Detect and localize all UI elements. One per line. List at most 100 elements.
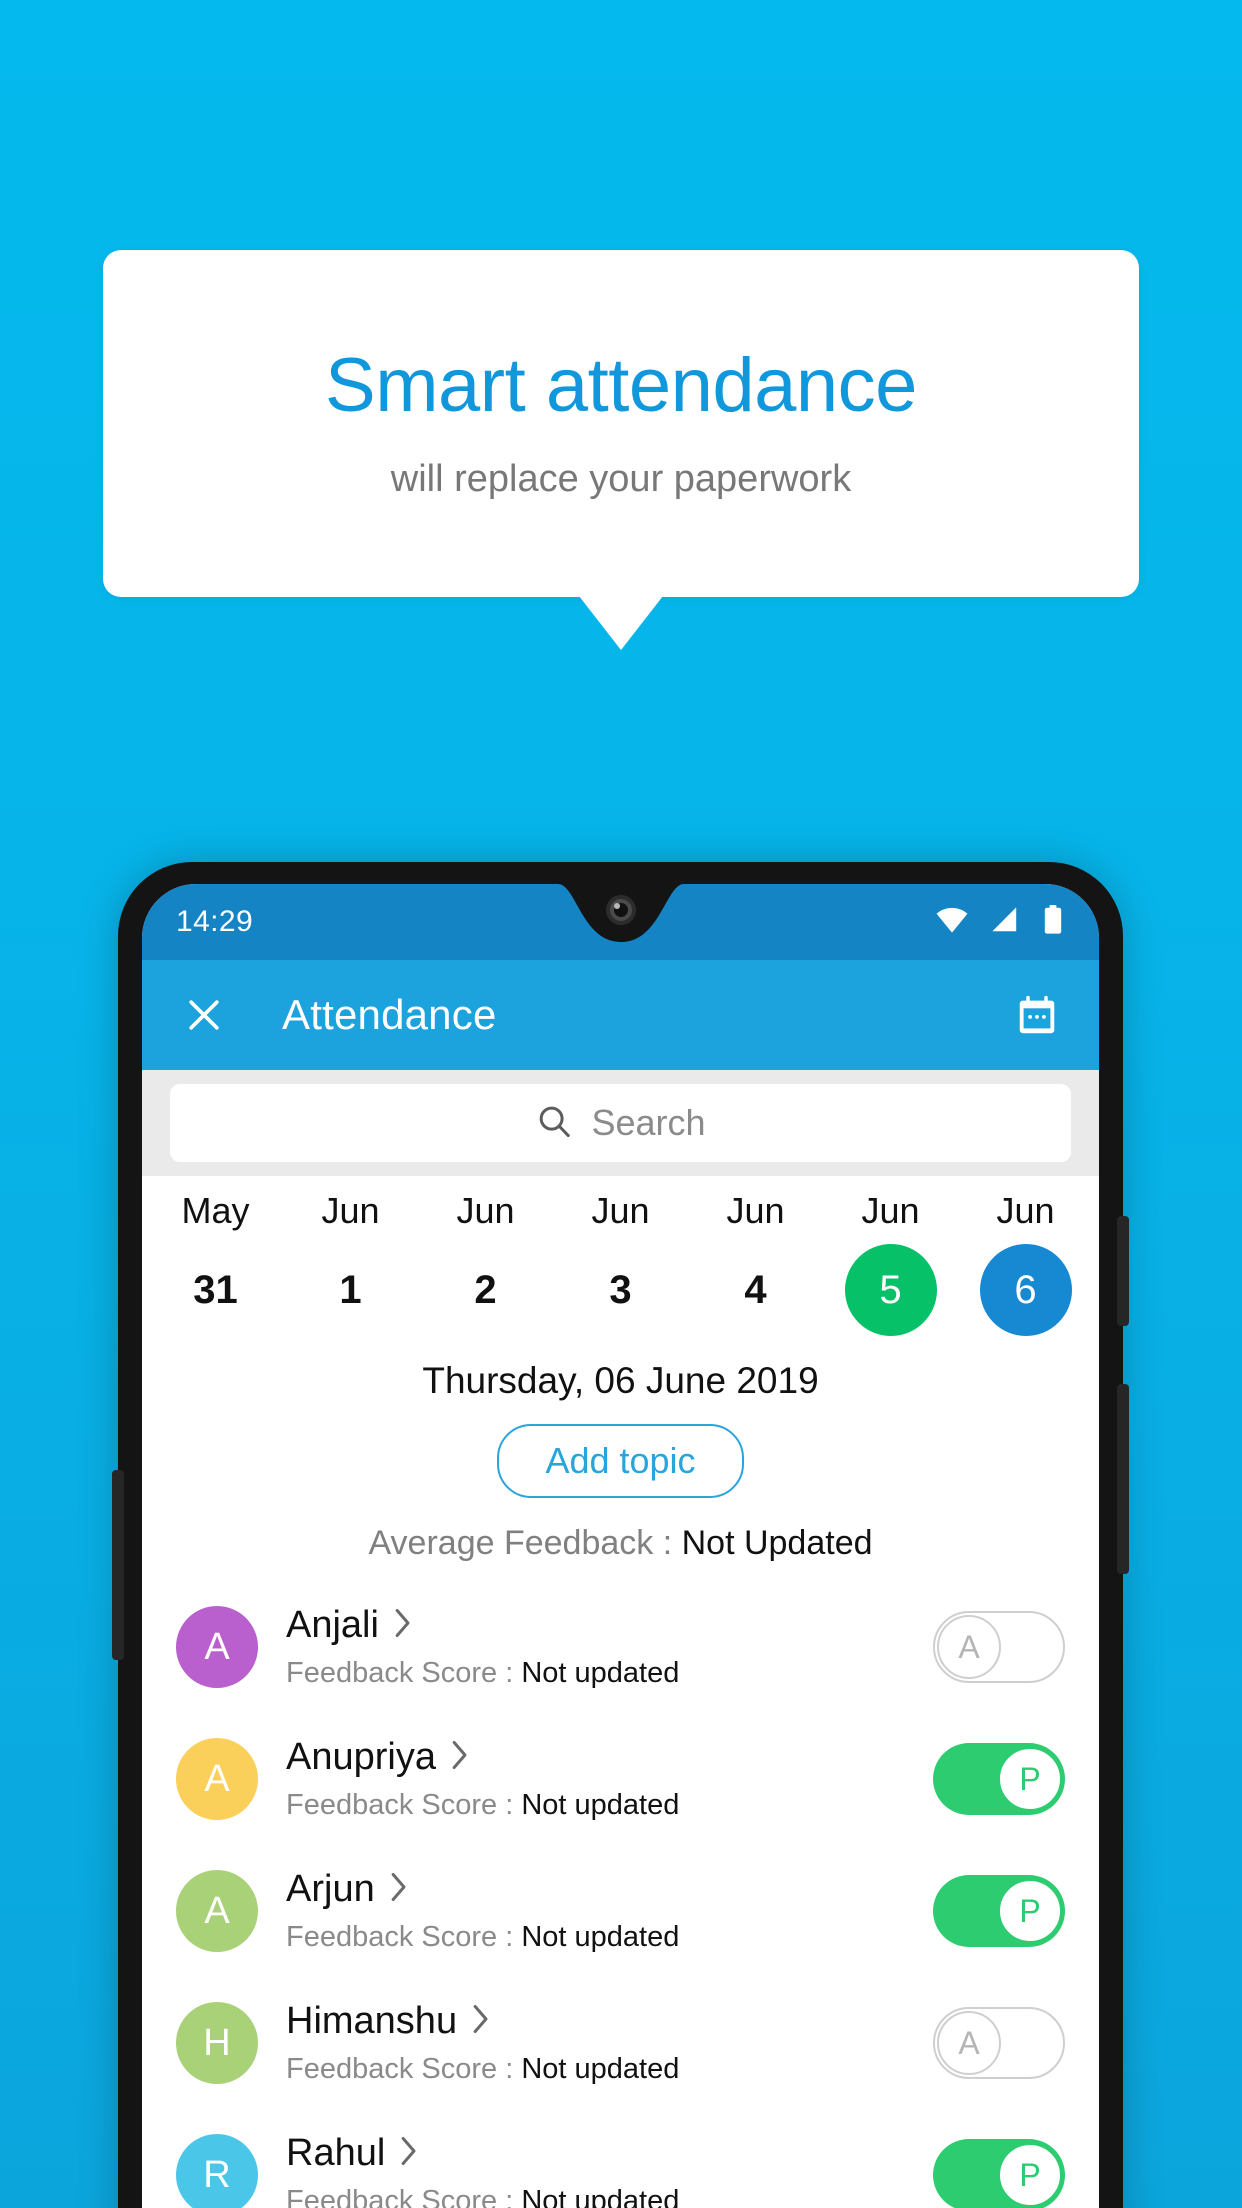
chevron-right-icon[interactable] [389,1872,409,1907]
calendar-icon[interactable] [1009,987,1065,1043]
date-day-label[interactable]: 5 [844,1244,937,1336]
phone-button-power [1117,1216,1129,1326]
signal-icon [989,906,1021,939]
app-bar: Attendance [142,960,1099,1070]
student-name-line[interactable]: Anupriya [286,1736,933,1779]
selected-date-label: Thursday, 06 June 2019 [422,1360,819,1401]
phone-screen: 14:29 Attendance Search May 31 Jun 1 Jun… [142,884,1099,2208]
date-month-label: Jun [861,1190,920,1231]
feedback-score-line: Feedback Score : Not updated [286,2053,933,2086]
date-day-label[interactable]: 4 [710,1244,802,1336]
add-topic-button[interactable]: Add topic [497,1424,744,1498]
student-row[interactable]: R Rahul Feedback Score : Not updated P [142,2109,1099,2208]
average-feedback: Average Feedback : Not Updated [142,1498,1099,1563]
student-name-line[interactable]: Arjun [286,1868,933,1911]
date-month-label: Jun [456,1190,515,1231]
chevron-right-icon[interactable] [450,1740,470,1775]
status-bar: 14:29 [142,884,1099,960]
attendance-toggle-knob: P [998,1747,1062,1811]
avatar: R [176,2134,258,2208]
student-info: Himanshu Feedback Score : Not updated [286,2000,933,2086]
chevron-right-icon[interactable] [399,2136,419,2171]
student-info: Rahul Feedback Score : Not updated [286,2132,933,2208]
student-row[interactable]: A Anupriya Feedback Score : Not updated P [142,1713,1099,1845]
feedback-score-label: Feedback Score : [286,2053,522,2085]
feedback-score-line: Feedback Score : Not updated [286,1921,933,1954]
avatar: H [176,2002,258,2084]
attendance-toggle[interactable]: A [933,2007,1065,2079]
date-day-label[interactable]: 3 [575,1244,667,1336]
feedback-score-value: Not updated [521,2053,680,2085]
add-topic-row: Add topic [142,1402,1099,1498]
search-placeholder: Search [591,1102,706,1143]
student-row[interactable]: A Anjali Feedback Score : Not updated A [142,1581,1099,1713]
feedback-score-label: Feedback Score : [286,1657,522,1689]
date-cell[interactable]: Jun 5 [823,1190,958,1336]
status-icons [935,904,1065,940]
student-name: Rahul [286,2132,386,2174]
student-info: Anjali Feedback Score : Not updated [286,1604,933,1690]
feedback-score-value: Not updated [521,1789,680,1821]
student-name: Arjun [286,1868,375,1910]
phone-mockup: 14:29 Attendance Search May 31 Jun 1 Jun… [112,862,1129,2208]
feedback-score-line: Feedback Score : Not updated [286,2185,933,2208]
search-icon [535,1102,573,1145]
feedback-score-label: Feedback Score : [286,2185,522,2208]
student-list: A Anjali Feedback Score : Not updated A A Anu… [142,1563,1099,2208]
promo-card: Smart attendance will replace your paper… [103,250,1139,597]
student-info: Anupriya Feedback Score : Not updated [286,1736,933,1822]
student-row[interactable]: H Himanshu Feedback Score : Not updated A [142,1977,1099,2109]
promo-screen: Smart attendance will replace your paper… [0,0,1242,2208]
date-day-label[interactable]: 2 [440,1244,532,1336]
avatar: A [176,1870,258,1952]
date-month-label: Jun [321,1190,380,1231]
date-cell[interactable]: Jun 6 [958,1190,1093,1336]
attendance-toggle-knob: A [937,1615,1001,1679]
student-name: Himanshu [286,2000,458,2042]
attendance-toggle[interactable]: P [933,1743,1065,1815]
chevron-right-icon[interactable] [471,2004,491,2039]
feedback-score-label: Feedback Score : [286,1789,522,1821]
average-feedback-label: Average Feedback : [368,1524,682,1562]
attendance-toggle[interactable]: P [933,1875,1065,1947]
search-bar-container: Search [142,1070,1099,1176]
date-month-label: Jun [726,1190,785,1231]
status-time: 14:29 [176,905,254,938]
student-name-line[interactable]: Rahul [286,2132,933,2175]
student-info: Arjun Feedback Score : Not updated [286,1868,933,1954]
date-month-label: Jun [591,1190,650,1231]
search-input[interactable]: Search [170,1084,1071,1162]
attendance-toggle-knob: P [998,2143,1062,2207]
attendance-toggle-knob: P [998,1879,1062,1943]
battery-icon [1041,904,1065,940]
camera-notch [525,884,716,948]
student-name-line[interactable]: Anjali [286,1604,933,1647]
attendance-toggle[interactable]: P [933,2139,1065,2208]
avatar: A [176,1738,258,1820]
date-month-label: May [181,1190,250,1231]
phone-button-volume-left [112,1470,124,1660]
wifi-icon [935,906,969,939]
student-row[interactable]: A Arjun Feedback Score : Not updated P [142,1845,1099,1977]
page-title: Attendance [282,991,497,1038]
date-day-label[interactable]: 1 [305,1244,397,1336]
date-strip: May 31 Jun 1 Jun 2 Jun 3 Jun 4 Jun 5 Jun 6 [142,1176,1099,1344]
date-month-label: Jun [996,1190,1055,1231]
date-cell[interactable]: Jun 4 [688,1190,823,1336]
date-cell[interactable]: Jun 1 [283,1190,418,1336]
phone-button-volume-right [1117,1384,1129,1574]
date-day-label[interactable]: 6 [979,1244,1072,1336]
feedback-score-label: Feedback Score : [286,1921,522,1953]
date-day-label[interactable]: 31 [170,1244,262,1336]
date-cell[interactable]: Jun 3 [553,1190,688,1336]
attendance-toggle[interactable]: A [933,1611,1065,1683]
chevron-right-icon[interactable] [393,1608,413,1643]
date-cell[interactable]: May 31 [148,1190,283,1336]
student-name: Anupriya [286,1736,436,1778]
student-name: Anjali [286,1604,379,1646]
close-icon[interactable] [176,987,232,1043]
date-cell[interactable]: Jun 2 [418,1190,553,1336]
student-name-line[interactable]: Himanshu [286,2000,933,2043]
promo-card-tail [579,596,663,650]
feedback-score-line: Feedback Score : Not updated [286,1657,933,1690]
